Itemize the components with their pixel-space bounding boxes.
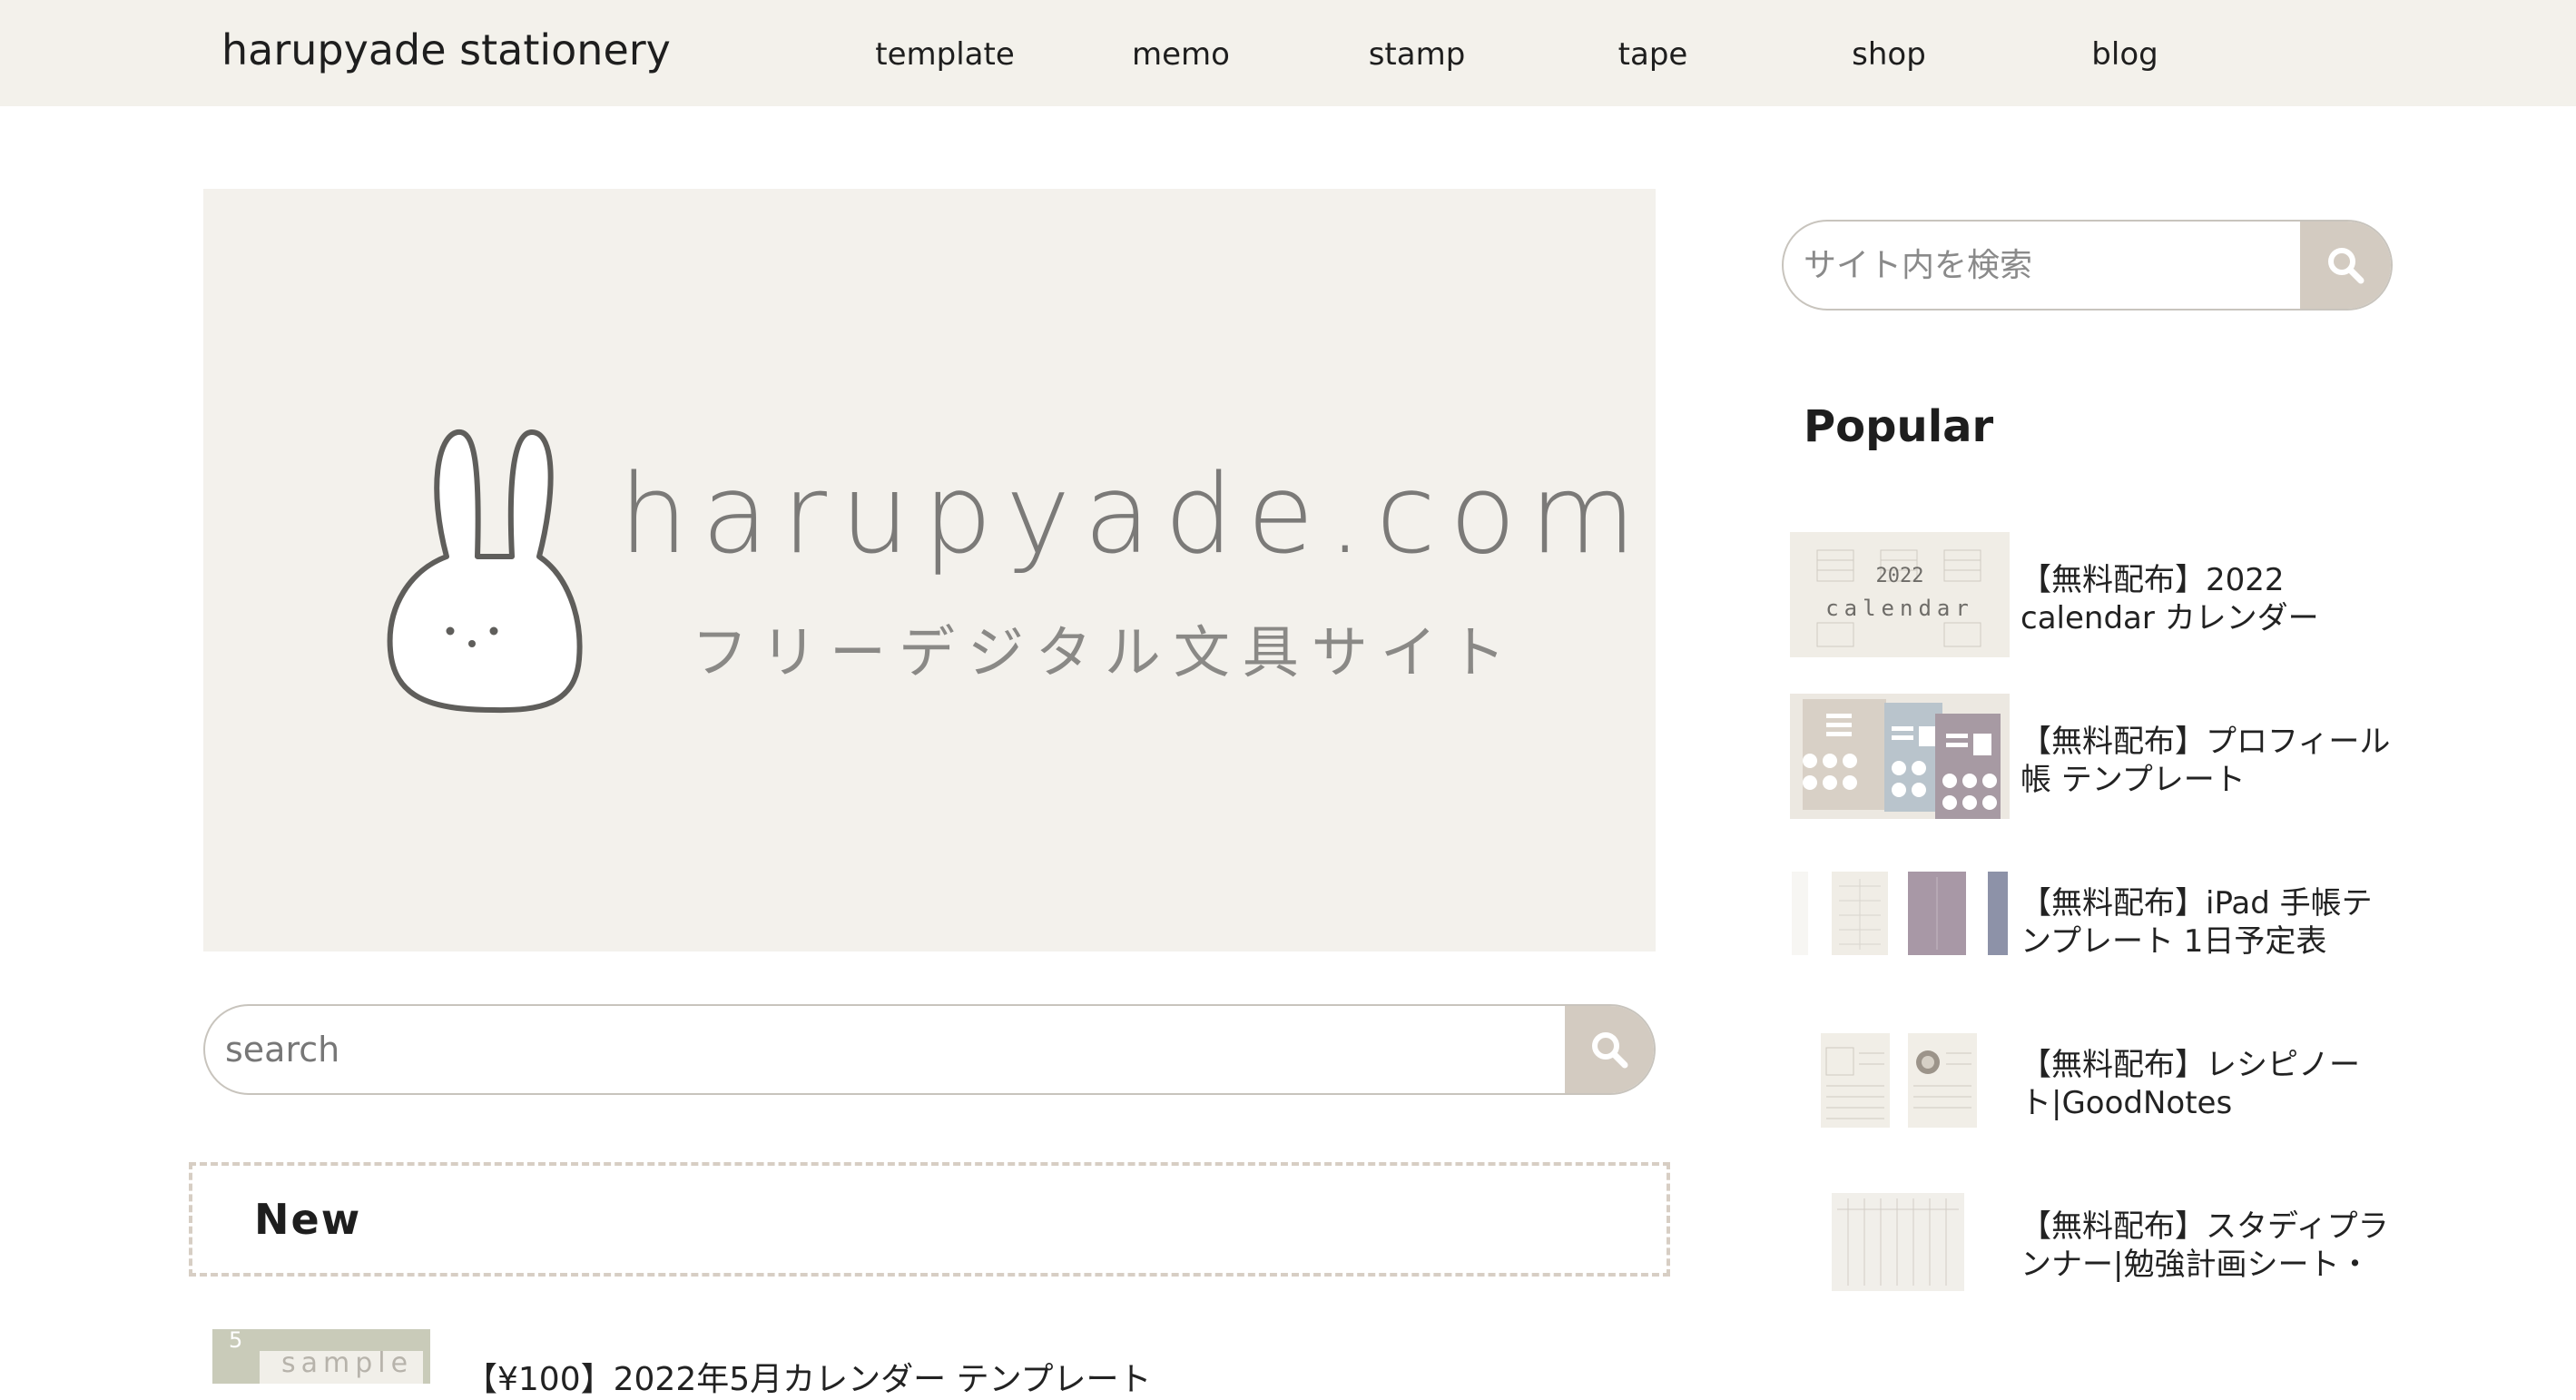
popular-item[interactable]: 【無料配布】iPad 手帳テンプレート 1日予定表	[1790, 855, 2407, 982]
new-item-thumbnail[interactable]: 5 sample	[212, 1329, 430, 1384]
top-nav-bar: harupyade stationery template memo stamp…	[0, 0, 2576, 106]
new-section-header: New	[189, 1162, 1670, 1277]
popular-item-title[interactable]: 【無料配布】2022 calendar カレンダー	[2020, 561, 2402, 637]
popular-item-title[interactable]: 【無料配布】iPad 手帳テンプレート 1日予定表	[2020, 884, 2402, 961]
popular-item-title[interactable]: 【無料配布】レシピノート|GoodNotes	[2020, 1046, 2402, 1122]
popular-item[interactable]: 2022 calendar 【無料配布】2022 calendar カレンダー	[1790, 532, 2407, 659]
sidebar-search-input[interactable]	[1784, 222, 2301, 309]
popular-thumbnail: 2022 calendar	[1790, 532, 2010, 657]
search-icon	[2328, 248, 2365, 284]
main-search-button[interactable]	[1565, 1006, 1654, 1093]
hero-domain-text: harupyade.com	[619, 452, 1650, 578]
nav-link-blog[interactable]: blog	[2091, 36, 2158, 73]
thumbnail-year: 2022	[1876, 565, 1924, 587]
nav-link-memo[interactable]: memo	[1132, 36, 1230, 73]
popular-thumbnail	[1790, 694, 2010, 819]
popular-thumbnail	[1790, 1017, 2010, 1142]
popular-item-title[interactable]: 【無料配布】プロフィール帳 テンプレート	[2020, 723, 2402, 799]
thumbnail-sample-text: sample	[281, 1347, 414, 1379]
new-item-title-link[interactable]: 【¥100】2022年5月カレンダー テンプレート	[465, 1353, 1152, 1400]
main-search-bar	[203, 1004, 1656, 1095]
thumbnail-word: calendar	[1825, 596, 1974, 621]
popular-heading: Popular	[1804, 401, 1994, 452]
popular-item[interactable]: 【無料配布】プロフィール帳 テンプレート	[1790, 694, 2407, 821]
sidebar-search-bar	[1782, 220, 2393, 311]
main-search-input[interactable]	[205, 1006, 1567, 1093]
hero-tagline: フリーデジタル文具サイト	[692, 619, 1519, 685]
nav-link-shop[interactable]: shop	[1852, 36, 1926, 73]
nav-link-tape[interactable]: tape	[1618, 36, 1688, 73]
popular-thumbnail	[1790, 855, 2010, 981]
popular-item[interactable]: 【無料配布】スタディプランナー|勉強計画シート・	[1790, 1178, 2407, 1306]
popular-item[interactable]: 【無料配布】レシピノート|GoodNotes	[1790, 1017, 2407, 1144]
search-icon	[1592, 1032, 1628, 1069]
site-title[interactable]: harupyade stationery	[221, 25, 671, 74]
hero-banner[interactable]: harupyade.com フリーデジタル文具サイト	[203, 189, 1656, 951]
popular-item-title[interactable]: 【無料配布】スタディプランナー|勉強計画シート・	[2020, 1208, 2402, 1284]
thumbnail-month: 5	[229, 1329, 243, 1353]
nav-link-stamp[interactable]: stamp	[1369, 36, 1466, 73]
nav-link-template[interactable]: template	[875, 36, 1014, 73]
sidebar-search-button[interactable]	[2300, 222, 2391, 309]
new-section-title: New	[254, 1195, 362, 1244]
popular-thumbnail	[1790, 1178, 2010, 1304]
